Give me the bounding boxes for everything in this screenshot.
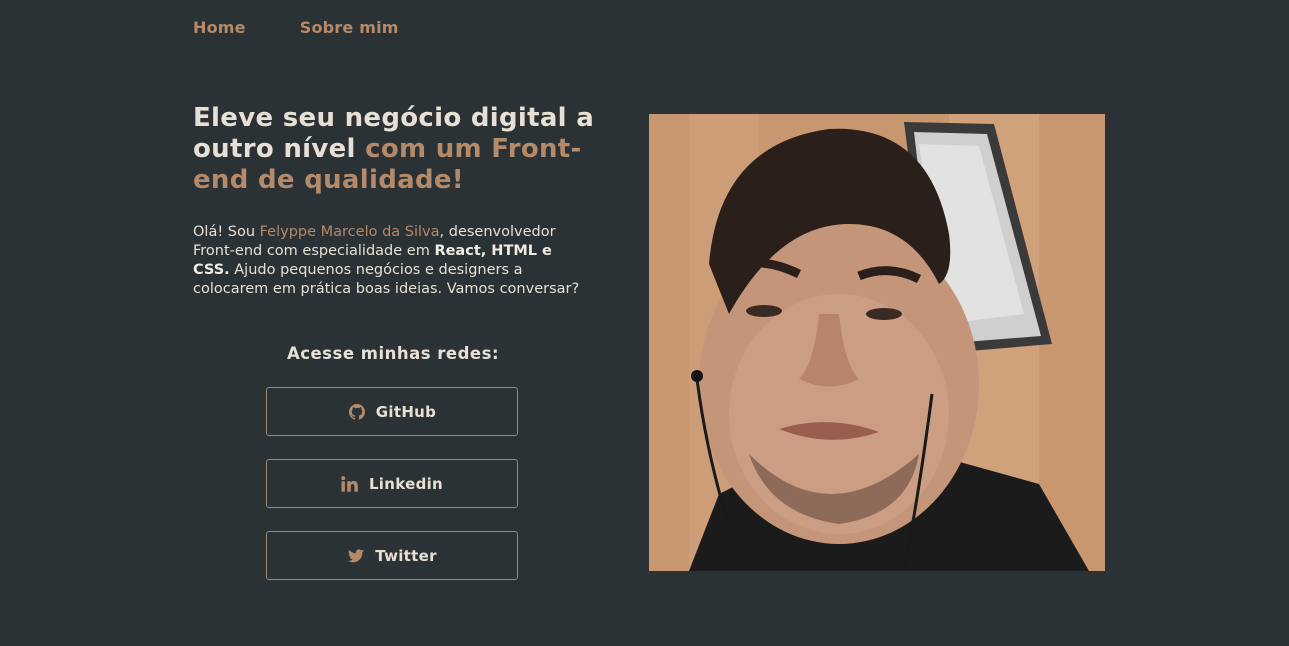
linkedin-icon: [341, 475, 359, 493]
top-nav: Home Sobre mim: [193, 18, 399, 37]
github-label: GitHub: [375, 402, 437, 421]
linkedin-button[interactable]: Linkedin: [266, 459, 518, 508]
intro-prefix: Olá! Sou: [193, 224, 256, 240]
nav-home-link[interactable]: Home: [193, 18, 246, 37]
hero-headline: Eleve seu negócio digital a outro nível …: [193, 103, 613, 196]
page: Home Sobre mim Eleve seu negócio digital…: [0, 0, 1289, 646]
intro-suffix: Ajudo pequenos negócios e designers a co…: [193, 262, 580, 297]
linkedin-label: Linkedin: [368, 474, 444, 493]
social-title: Acesse minhas redes:: [286, 344, 500, 363]
twitter-icon: [347, 547, 365, 565]
twitter-label: Twitter: [375, 546, 437, 565]
nav-about-link[interactable]: Sobre mim: [300, 18, 399, 37]
intro-paragraph: Olá! Sou Felyppe Marcelo da Silva, desen…: [193, 223, 593, 299]
github-icon: [348, 403, 366, 421]
author-name: Felyppe Marcelo da Silva: [259, 224, 440, 240]
profile-photo: [649, 114, 1105, 571]
github-button[interactable]: GitHub: [266, 387, 518, 436]
twitter-button[interactable]: Twitter: [266, 531, 518, 580]
